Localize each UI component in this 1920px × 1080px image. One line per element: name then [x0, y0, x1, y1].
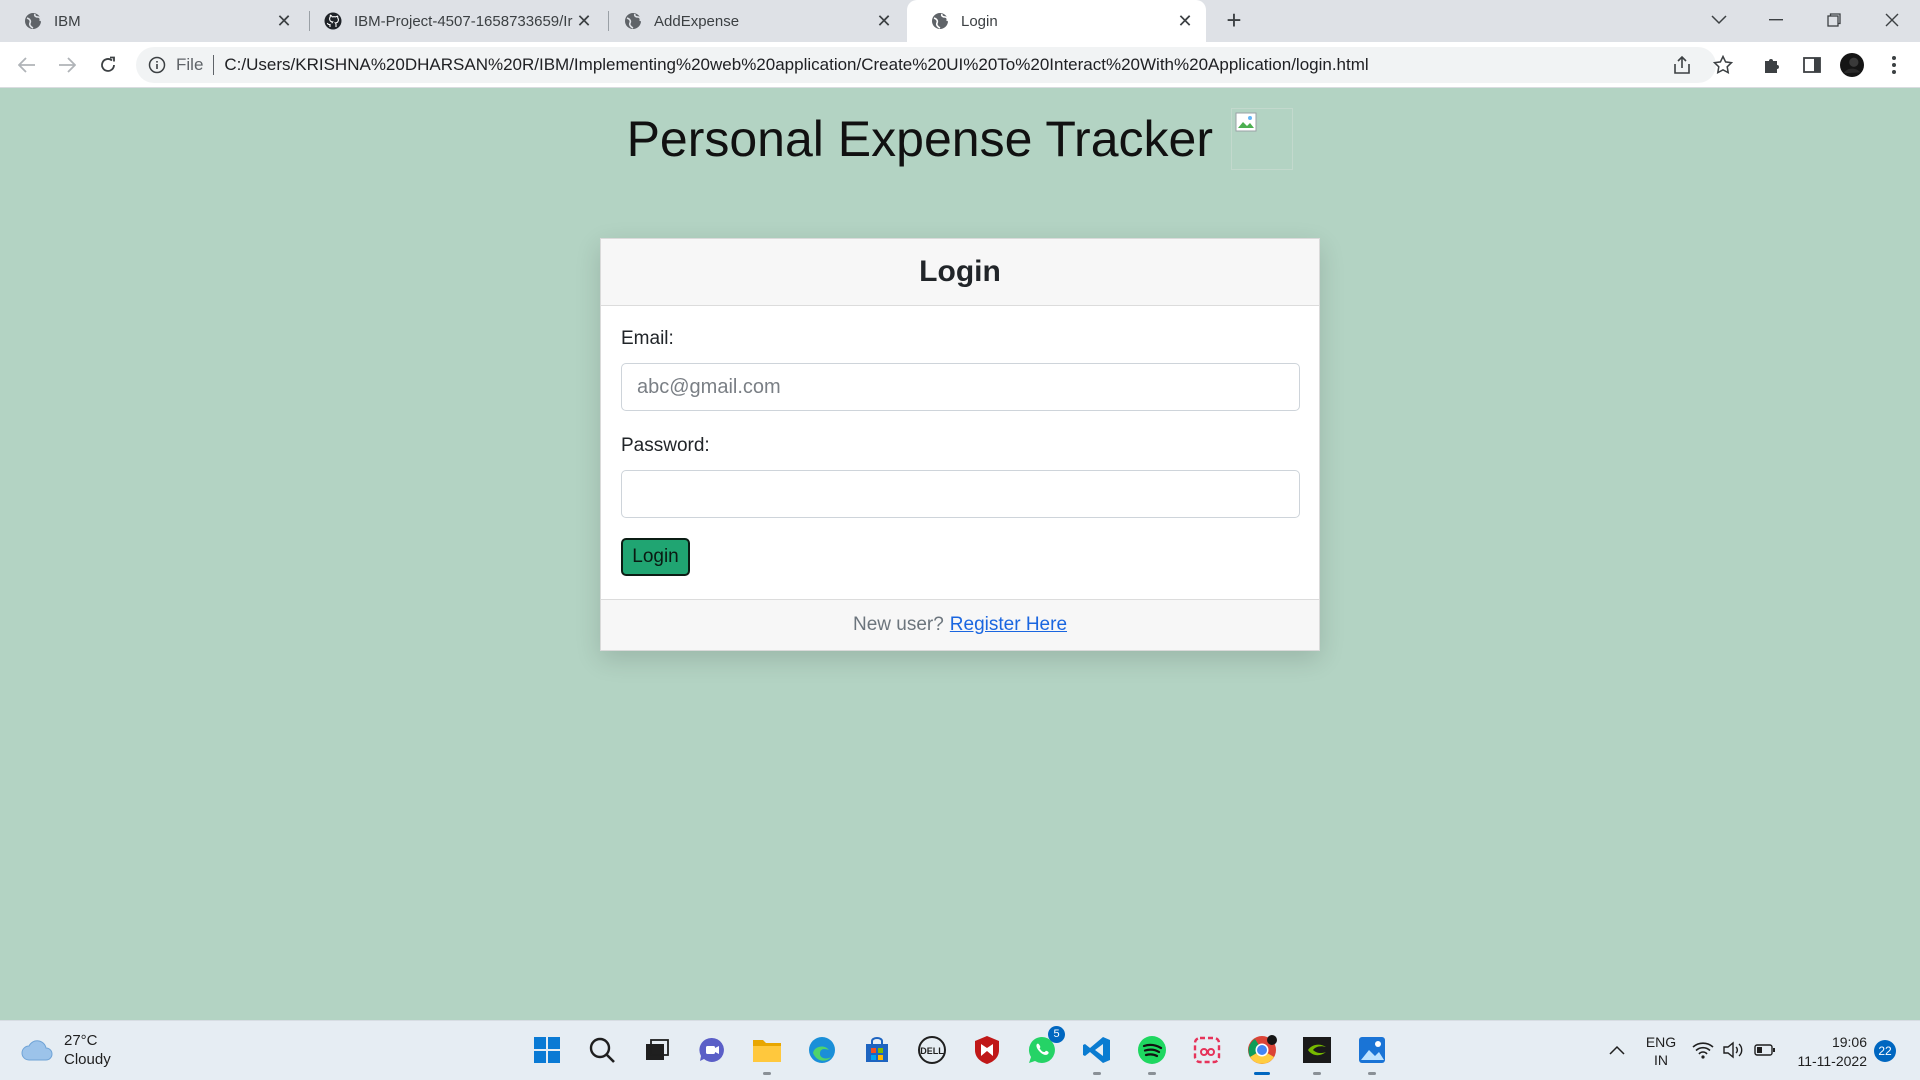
address-bar[interactable]: File C:/Users/KRISHNA%20DHARSAN%20R/IBM/…: [136, 47, 1716, 83]
task-view-icon[interactable]: [640, 1033, 674, 1067]
running-indicator: [763, 1072, 771, 1075]
info-icon[interactable]: [148, 56, 166, 74]
close-icon[interactable]: ✕: [573, 10, 595, 32]
url-separator: [213, 55, 215, 75]
close-icon[interactable]: ✕: [873, 10, 895, 32]
system-clock[interactable]: 19:06 11-11-2022: [1792, 1033, 1867, 1071]
reload-icon[interactable]: [93, 50, 123, 80]
page-title: Personal Expense Tracker: [626, 111, 1213, 167]
teams-chat-icon[interactable]: [695, 1033, 729, 1067]
windows-start-icon[interactable]: [530, 1033, 564, 1067]
weather-condition: Cloudy: [64, 1051, 111, 1068]
tab-ibm[interactable]: IBM ✕: [0, 0, 305, 42]
tab-search-chevron-icon[interactable]: [1695, 0, 1743, 40]
register-link[interactable]: Register Here: [950, 614, 1067, 636]
side-panel-icon[interactable]: [1800, 53, 1824, 77]
tab-title: AddExpense: [654, 12, 740, 30]
spotify-icon[interactable]: [1135, 1033, 1169, 1075]
microsoft-store-icon[interactable]: [860, 1033, 894, 1067]
browser-toolbar: File C:/Users/KRISHNA%20DHARSAN%20R/IBM/…: [0, 42, 1920, 88]
battery-icon[interactable]: [1752, 1033, 1778, 1067]
chrome-icon[interactable]: [1245, 1033, 1279, 1075]
tab-github[interactable]: IBM-Project-4507-1658733659/Ir ✕: [300, 0, 605, 42]
close-icon[interactable]: ✕: [273, 10, 295, 32]
svg-text:DELL: DELL: [920, 1046, 944, 1056]
broken-image-icon: [1231, 108, 1294, 170]
forward-arrow-icon[interactable]: [52, 50, 82, 80]
card-footer: New user? Register Here: [601, 599, 1319, 650]
new-tab-button[interactable]: +: [1220, 7, 1248, 35]
github-icon: [324, 12, 342, 30]
file-scheme-label: File: [176, 55, 204, 74]
language-line1: ENG: [1645, 1034, 1677, 1050]
language-line2: IN: [1654, 1052, 1668, 1068]
login-button[interactable]: Login: [621, 538, 690, 576]
url-text[interactable]: C:/Users/KRISHNA%20DHARSAN%20R/IBM/Imple…: [224, 55, 1368, 75]
running-indicator: [1368, 1072, 1376, 1075]
edge-icon[interactable]: [805, 1033, 839, 1067]
windows-taskbar: 27°C Cloudy DELL 5 ENG IN 19:06 11-11-20…: [0, 1020, 1920, 1080]
nvidia-icon[interactable]: [1300, 1033, 1334, 1075]
back-arrow-icon[interactable]: [12, 50, 42, 80]
volume-icon[interactable]: [1720, 1033, 1746, 1067]
email-placeholder: abc@gmail.com: [637, 376, 781, 398]
mcafee-icon[interactable]: [970, 1033, 1004, 1067]
tab-title: IBM: [54, 12, 81, 30]
file-explorer-icon[interactable]: [750, 1033, 784, 1075]
weather-widget[interactable]: 27°C Cloudy: [20, 1031, 111, 1069]
tray-chevron-up-icon[interactable]: [1600, 1033, 1634, 1067]
password-label: Password:: [621, 435, 710, 456]
browser-tab-strip: IBM ✕ IBM-Project-4507-1658733659/Ir ✕ A…: [0, 0, 1920, 42]
weather-temp: 27°C: [64, 1032, 98, 1049]
tab-addexpense[interactable]: AddExpense ✕: [600, 0, 905, 42]
whatsapp-icon[interactable]: 5: [1025, 1026, 1065, 1067]
close-window-icon[interactable]: [1868, 0, 1916, 40]
clock-date: 11-11-2022: [1797, 1053, 1867, 1069]
restore-icon[interactable]: [1810, 0, 1858, 40]
email-field[interactable]: abc@gmail.com: [621, 363, 1300, 411]
share-icon[interactable]: [1670, 53, 1694, 77]
cloud-icon: [21, 1040, 53, 1061]
card-title: Login: [919, 255, 1001, 288]
login-form: Email: abc@gmail.com Password: Login: [601, 306, 1319, 586]
profile-avatar[interactable]: [1840, 53, 1864, 77]
email-label: Email:: [621, 328, 674, 349]
snipping-tool-icon[interactable]: [1190, 1033, 1224, 1067]
search-icon[interactable]: [585, 1033, 619, 1067]
clock-time: 19:06: [1831, 1034, 1867, 1050]
dell-icon[interactable]: DELL: [915, 1033, 949, 1067]
globe-icon: [25, 13, 42, 29]
wifi-icon[interactable]: [1690, 1033, 1716, 1067]
tab-title: IBM-Project-4507-1658733659/Ir: [354, 12, 573, 30]
menu-kebab-icon[interactable]: [1882, 53, 1906, 77]
tab-title: Login: [961, 12, 998, 30]
close-icon[interactable]: ✕: [1174, 10, 1196, 32]
new-user-text: New user?: [852, 614, 944, 635]
vscode-icon[interactable]: [1080, 1033, 1114, 1075]
running-indicator: [1313, 1072, 1321, 1075]
page-header: Personal Expense Tracker: [0, 108, 1920, 170]
globe-icon: [625, 13, 642, 29]
language-indicator[interactable]: ENG IN: [1645, 1033, 1677, 1069]
password-field[interactable]: [621, 470, 1300, 518]
globe-icon: [932, 13, 949, 29]
running-indicator: [1254, 1072, 1270, 1075]
minimize-icon[interactable]: [1752, 0, 1800, 40]
bookmark-star-icon[interactable]: [1711, 53, 1735, 77]
card-header: Login: [601, 239, 1319, 306]
whatsapp-badge: 5: [1048, 1026, 1065, 1043]
extensions-puzzle-icon[interactable]: [1760, 53, 1784, 77]
login-card: Login Email: abc@gmail.com Password: Log…: [600, 238, 1320, 651]
running-indicator: [1093, 1072, 1101, 1075]
running-indicator: [1148, 1072, 1156, 1075]
tab-login[interactable]: Login ✕: [907, 0, 1206, 42]
photos-icon[interactable]: [1355, 1033, 1389, 1075]
notification-badge[interactable]: 22: [1874, 1040, 1896, 1062]
